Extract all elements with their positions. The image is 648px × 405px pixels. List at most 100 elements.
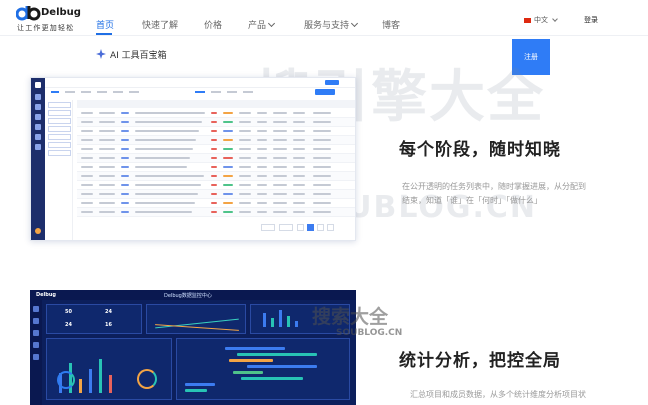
table-cell	[135, 166, 187, 168]
table-row	[77, 208, 355, 217]
table-cell	[273, 175, 287, 177]
table-cell	[273, 139, 287, 141]
gantt-panel	[176, 338, 350, 400]
table-cell	[121, 184, 129, 186]
table-cell	[239, 139, 251, 141]
table-cell	[313, 211, 331, 213]
table-cell	[99, 211, 115, 213]
table-cell	[239, 175, 251, 177]
table-cell	[293, 112, 305, 114]
dashboard-logo: Delbug	[36, 292, 56, 298]
table-cell	[99, 157, 115, 159]
table-cell	[121, 202, 129, 204]
nav-item-quick-start[interactable]: 快速了解	[142, 18, 178, 31]
table-cell	[135, 202, 195, 204]
table-cell	[81, 130, 93, 132]
table-cell	[293, 148, 305, 150]
table-cell	[273, 130, 287, 132]
nav-item-products[interactable]: 产品	[248, 18, 276, 31]
feature-desc-analytics: 汇总项目和成员数据，从多个统计维度分析项目状	[410, 390, 586, 399]
table-row	[77, 136, 355, 145]
table-cell	[121, 148, 129, 150]
table-cell	[257, 112, 267, 114]
table-cell	[257, 166, 267, 168]
table-cell	[313, 148, 331, 150]
kpi-value: 24	[65, 322, 72, 328]
table-cell	[313, 130, 331, 132]
table-cell	[223, 130, 233, 132]
table-cell	[257, 121, 267, 123]
table-cell	[239, 121, 251, 123]
nav-item-home[interactable]: 首页	[96, 18, 114, 35]
kpi-panel: 50 24 24 16	[46, 304, 142, 334]
table-cell	[99, 148, 115, 150]
table-cell	[239, 202, 251, 204]
table-row	[77, 118, 355, 127]
table-cell	[121, 193, 129, 195]
table-cell	[99, 166, 115, 168]
table-cell	[211, 112, 217, 114]
ai-toolbox-link[interactable]: AI 工具百宝箱	[96, 48, 167, 61]
table-cell	[135, 211, 192, 213]
table-cell	[313, 175, 331, 177]
table-cell	[121, 166, 129, 168]
table-cell	[135, 148, 193, 150]
table-row	[77, 127, 355, 136]
table-cell	[313, 202, 331, 204]
table-cell	[135, 112, 205, 114]
table-cell	[135, 175, 204, 177]
register-button[interactable]: 注册	[512, 39, 550, 75]
chevron-down-icon	[350, 19, 359, 28]
table-cell	[257, 130, 267, 132]
filter-panel	[47, 100, 73, 240]
task-list-screenshot	[30, 77, 356, 241]
table-cell	[99, 130, 115, 132]
nav-item-blog[interactable]: 博客	[382, 18, 400, 31]
table-cell	[293, 130, 305, 132]
brand-logo[interactable]: Delbug 让工作更加轻松	[16, 5, 86, 33]
table-cell	[211, 166, 217, 168]
table-cell	[257, 157, 267, 159]
table-cell	[81, 157, 93, 159]
dashboard-title: Delbug数据监控中心	[164, 293, 212, 299]
table-cell	[313, 193, 331, 195]
table-cell	[223, 193, 233, 195]
table-cell	[121, 157, 129, 159]
table-cell	[257, 202, 267, 204]
table-cell	[99, 139, 115, 141]
login-link[interactable]: 登录	[584, 15, 598, 25]
table-cell	[211, 175, 217, 177]
table-cell	[293, 202, 305, 204]
table-cell	[257, 139, 267, 141]
table-cell	[211, 130, 217, 132]
table-cell	[81, 184, 93, 186]
table-cell	[257, 175, 267, 177]
table-cell	[99, 112, 115, 114]
table-cell	[239, 193, 251, 195]
site-header: Delbug 让工作更加轻松 首页 快速了解 价格 产品 服务与支持 博客 中文…	[0, 0, 648, 36]
table-cell	[223, 184, 233, 186]
feature-title-analytics: 统计分析，把控全局	[399, 351, 561, 371]
table-cell	[257, 148, 267, 150]
table-cell	[99, 202, 115, 204]
table-cell	[239, 211, 251, 213]
table-cell	[81, 148, 93, 150]
pagination	[261, 224, 351, 232]
language-selector[interactable]: 中文	[524, 15, 558, 25]
table-cell	[81, 193, 93, 195]
table-cell	[257, 193, 267, 195]
table-row	[77, 190, 355, 199]
table-cell	[239, 112, 251, 114]
table-cell	[273, 211, 287, 213]
logo-icon	[16, 6, 41, 21]
table-cell	[81, 175, 93, 177]
table-cell	[223, 148, 233, 150]
table-cell	[239, 130, 251, 132]
chevron-down-icon	[552, 16, 558, 22]
table-cell	[239, 166, 251, 168]
nav-item-support[interactable]: 服务与支持	[304, 18, 359, 31]
task-table	[77, 100, 355, 218]
nav-item-pricing[interactable]: 价格	[204, 18, 222, 31]
table-cell	[293, 139, 305, 141]
table-cell	[211, 193, 217, 195]
